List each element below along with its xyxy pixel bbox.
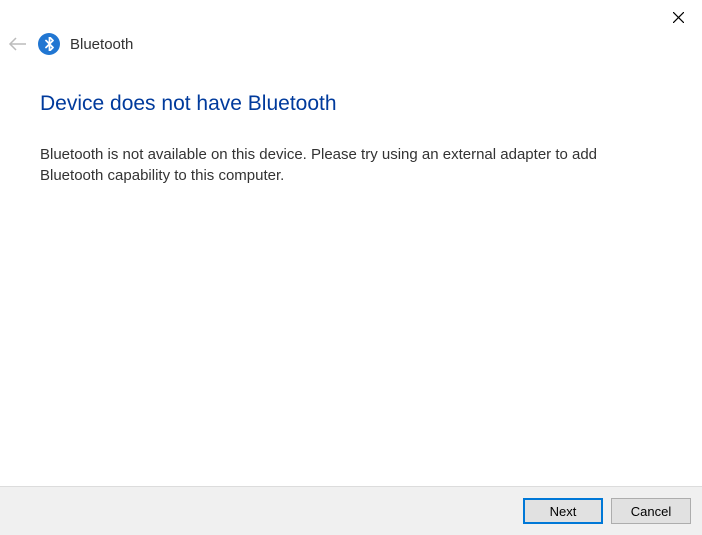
body-text: Bluetooth is not available on this devic… — [40, 144, 662, 186]
back-button[interactable] — [6, 32, 30, 56]
titlebar — [668, 0, 702, 30]
footer: Next Cancel — [0, 486, 702, 535]
next-button[interactable]: Next — [523, 498, 603, 524]
content-area: Device does not have Bluetooth Bluetooth… — [0, 56, 702, 186]
bluetooth-icon — [38, 33, 60, 55]
header: Bluetooth — [0, 0, 702, 56]
cancel-button[interactable]: Cancel — [611, 498, 691, 524]
page-heading: Device does not have Bluetooth — [40, 92, 662, 116]
back-arrow-icon — [8, 37, 28, 51]
header-title: Bluetooth — [70, 36, 133, 53]
close-button[interactable] — [668, 7, 688, 27]
close-icon — [673, 12, 684, 23]
